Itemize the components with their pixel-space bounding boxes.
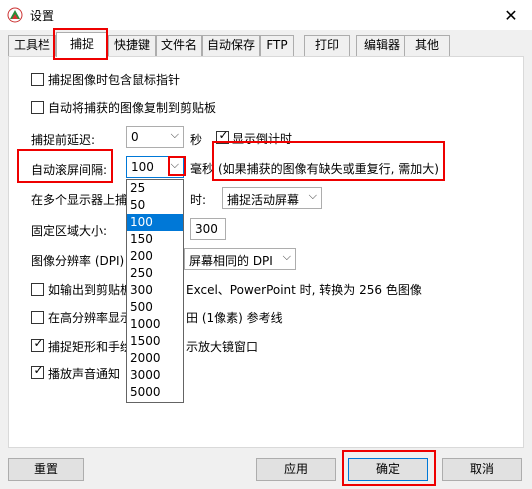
- annotation-box-arrow: [168, 156, 186, 176]
- dropdown-option[interactable]: 1000: [127, 316, 183, 333]
- high-res-label-suffix: 田 (1像素) 参考线: [186, 311, 283, 325]
- capture-rect-checkbox[interactable]: ✓: [31, 336, 44, 352]
- delay-value: 0: [131, 130, 139, 144]
- chevron-down-icon: ⌵: [170, 128, 179, 141]
- tab-editor[interactable]: 编辑器: [356, 35, 408, 56]
- chevron-down-icon: ⌵: [308, 189, 317, 202]
- fixed-region-input[interactable]: 300: [190, 218, 226, 240]
- dropdown-option[interactable]: 25: [127, 180, 183, 197]
- dropdown-option[interactable]: 5000: [127, 384, 183, 401]
- dropdown-option[interactable]: 300: [127, 282, 183, 299]
- title-bar: [0, 0, 532, 30]
- tab-toolbar[interactable]: 工具栏: [8, 35, 56, 56]
- dropdown-option[interactable]: 150: [127, 231, 183, 248]
- delay-select[interactable]: 0 ⌵: [126, 126, 184, 148]
- close-window-button[interactable]: ✕: [494, 2, 528, 28]
- scroll-interval-value: 100: [131, 160, 154, 174]
- dropdown-option[interactable]: 1500: [127, 333, 183, 350]
- fixed-region-value: 300: [195, 222, 218, 236]
- capture-rect-label: 捕捉矩形和手绘: [48, 340, 133, 354]
- tab-ftp[interactable]: FTP: [260, 35, 294, 56]
- dropdown-option[interactable]: 3000: [127, 367, 183, 384]
- tab-print[interactable]: 打印: [304, 35, 350, 56]
- cancel-button[interactable]: 取消: [442, 458, 522, 481]
- dropdown-option[interactable]: 2000: [127, 350, 183, 367]
- fixed-region-label: 固定区域大小:: [31, 224, 108, 238]
- tab-hotkeys[interactable]: 快捷键: [108, 35, 156, 56]
- multi-display-value: 捕捉活动屏幕: [227, 193, 300, 207]
- multi-display-label-suffix: 时:: [190, 193, 207, 207]
- scroll-interval-dropdown[interactable]: 25 50 100 150 200 250 300 500 1000 1500 …: [126, 179, 184, 403]
- multi-display-label: 在多个显示器上捕: [31, 193, 128, 207]
- high-res-label: 在高分辨率显示: [48, 311, 133, 325]
- apply-button[interactable]: 应用: [256, 458, 336, 481]
- copy-to-clipboard-label: 自动将捕获的图像复制到剪贴板: [48, 101, 217, 115]
- output-clipboard-label-suffix: Excel、PowerPoint 时, 转换为 256 色图像: [186, 283, 422, 297]
- copy-to-clipboard-checkbox[interactable]: [31, 101, 44, 114]
- dropdown-option-selected[interactable]: 100: [127, 214, 183, 231]
- checkmark-icon: ✓: [33, 363, 44, 377]
- scroll-interval-unit: 毫秒: [190, 162, 215, 176]
- dpi-select[interactable]: 屏幕相同的 DPI ⌵: [184, 248, 296, 270]
- annotation-box-hint: [212, 141, 445, 181]
- reset-button[interactable]: 重置: [8, 458, 84, 481]
- annotation-box-label: [17, 149, 113, 183]
- include-cursor-checkbox[interactable]: [31, 73, 44, 86]
- multi-display-select[interactable]: 捕捉活动屏幕 ⌵: [222, 187, 322, 209]
- play-sound-checkbox[interactable]: ✓: [31, 363, 44, 379]
- tab-filename[interactable]: 文件名: [156, 35, 202, 56]
- annotation-box-ok: [342, 450, 436, 486]
- chevron-down-icon: ⌵: [282, 250, 291, 263]
- play-sound-label: 播放声音通知: [48, 367, 121, 381]
- tab-other[interactable]: 其他: [404, 35, 450, 56]
- include-cursor-label: 捕捉图像时包含鼠标指针: [48, 73, 181, 87]
- dropdown-option[interactable]: 250: [127, 265, 183, 282]
- dpi-value: 屏幕相同的 DPI: [189, 254, 273, 268]
- checkmark-icon: ✓: [33, 336, 44, 350]
- dpi-label: 图像分辨率 (DPI): [31, 254, 125, 268]
- tab-autosave[interactable]: 自动保存: [202, 35, 260, 56]
- capture-rect-label-suffix: 示放大镜窗口: [186, 340, 259, 354]
- annotation-box-tab: [53, 28, 108, 60]
- dropdown-option[interactable]: 50: [127, 197, 183, 214]
- output-clipboard-checkbox[interactable]: [31, 283, 44, 296]
- delay-label: 捕捉前延迟:: [31, 133, 96, 147]
- dropdown-option[interactable]: 500: [127, 299, 183, 316]
- app-logo-icon: [7, 7, 23, 23]
- dropdown-option[interactable]: 200: [127, 248, 183, 265]
- output-clipboard-label: 如输出到剪贴板: [48, 283, 133, 297]
- window-title: 设置: [30, 9, 55, 23]
- delay-unit: 秒: [190, 133, 203, 147]
- high-res-checkbox[interactable]: [31, 311, 44, 324]
